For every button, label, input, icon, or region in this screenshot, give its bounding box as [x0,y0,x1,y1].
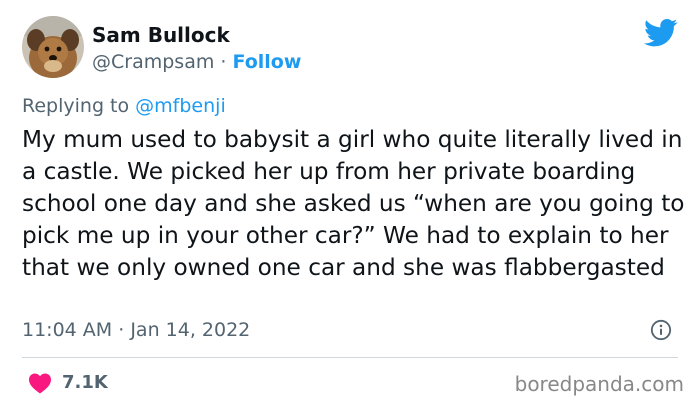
author-handle[interactable]: @Crampsam [92,51,214,73]
watermark: boredpanda.com [514,372,684,396]
info-icon[interactable] [650,319,672,341]
dog-avatar-image [22,16,84,78]
divider [22,357,678,358]
tweet-text: My mum used to babysit a girl who quite … [22,126,685,281]
replying-prefix: Replying to [22,95,130,117]
follow-button[interactable]: Follow [232,51,301,73]
reply-target-link[interactable]: @mfbenji [135,95,226,117]
tweet-date: Jan 14, 2022 [130,319,251,341]
heart-icon[interactable] [28,372,52,394]
author-name[interactable]: Sam Bullock [92,22,230,48]
tweet-time: 11:04 AM [22,319,113,341]
timestamp-separator: · [118,319,125,341]
handle-separator: · [220,51,227,73]
twitter-bird-icon[interactable] [644,18,678,48]
avatar[interactable] [22,16,84,78]
like-count[interactable]: 7.1K [62,370,108,396]
author-handle-row: @Crampsam · Follow [92,50,301,74]
replying-to: Replying to @mfbenji [22,94,226,118]
tweet-timestamp[interactable]: 11:04 AM · Jan 14, 2022 [22,317,250,343]
